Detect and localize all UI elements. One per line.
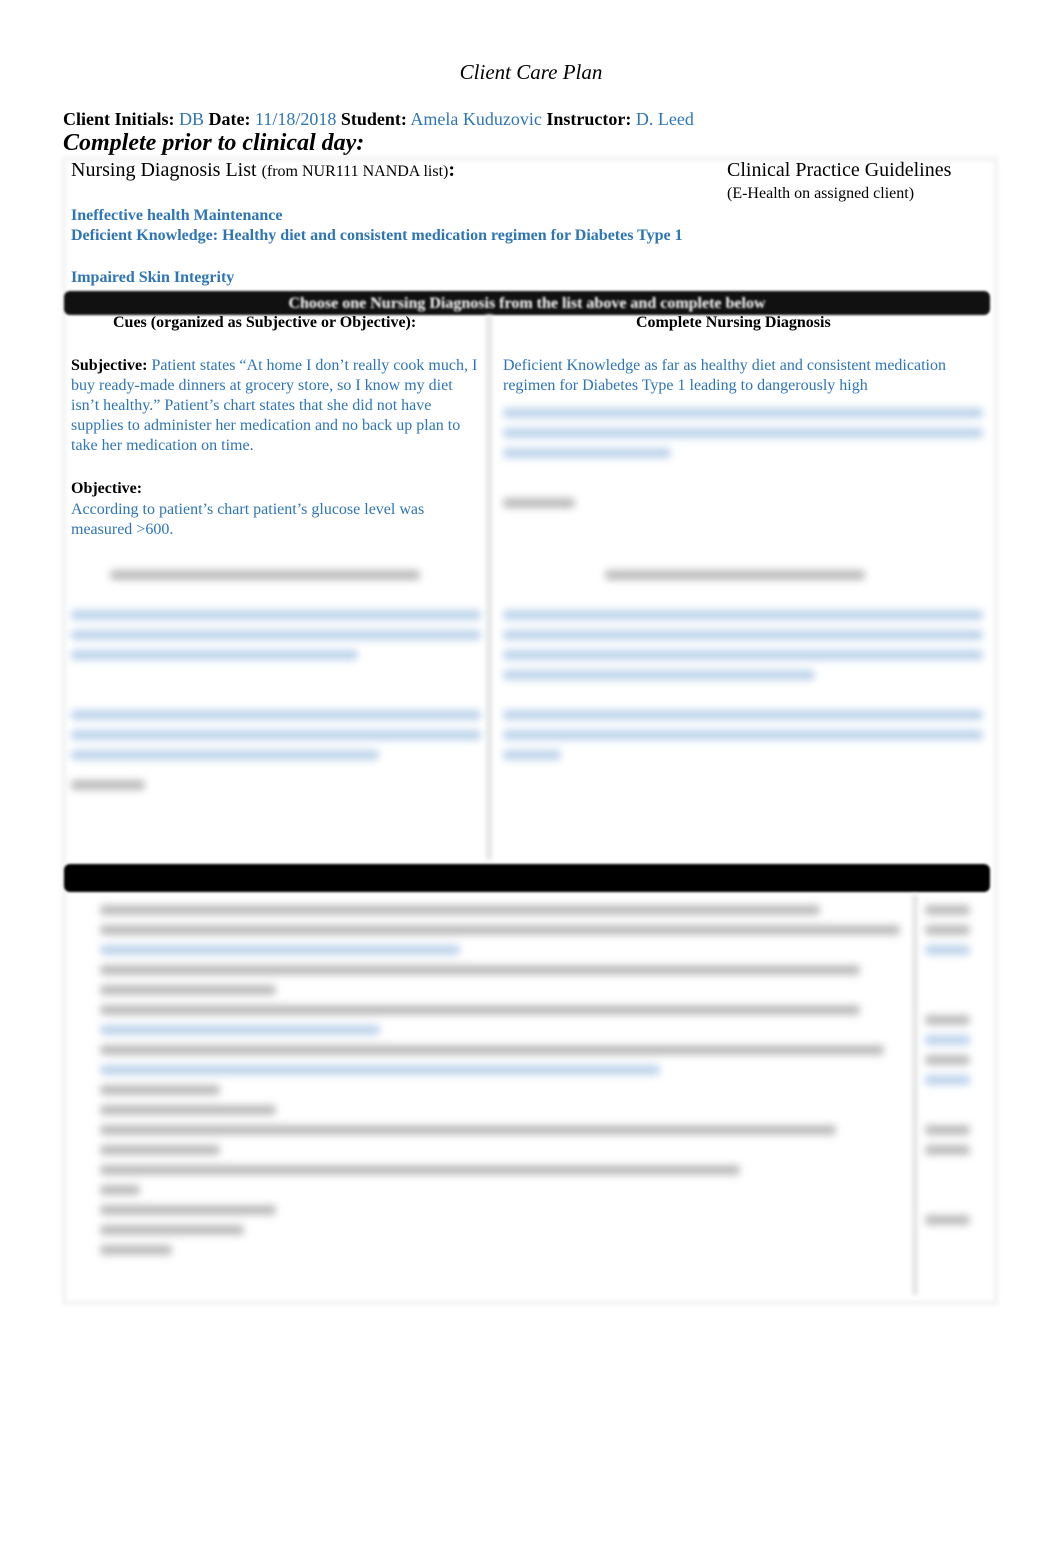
divider — [486, 315, 492, 860]
subjective: Subjective: Patient states “At home I do… — [71, 356, 481, 456]
diagnosis-list-heading: Nursing Diagnosis List (from NUR111 NAND… — [71, 159, 455, 182]
objective-text: According to patient’s chart patient’s g… — [71, 501, 425, 538]
guidelines-sub: (E-Health on assigned client) — [727, 185, 915, 202]
choose-text: Choose one Nursing Diagnosis from the li… — [288, 295, 766, 312]
complete-dx-header: Complete Nursing Diagnosis — [636, 314, 831, 331]
prior-heading: Complete prior to clinical day: — [63, 130, 365, 156]
diagnosis-item: Deficient Knowledge: Healthy diet and co… — [71, 227, 683, 244]
client-header: Client Initials: DB Date: 11/18/2018 Stu… — [63, 109, 694, 130]
instructor: D. Leed — [635, 109, 694, 129]
diagnosis-item: Ineffective health Maintenance — [71, 207, 283, 224]
blurred-content — [71, 600, 481, 800]
subjective-label: Subjective: — [71, 357, 148, 374]
label: Nursing Diagnosis List — [71, 159, 257, 181]
guidelines-heading: Clinical Practice Guidelines — [727, 159, 952, 181]
divider — [912, 895, 918, 1295]
diagnosis-item: Impaired Skin Integrity — [71, 269, 235, 286]
student: Amela Kuduzovic — [410, 109, 542, 129]
objective-label: Objective: — [71, 480, 143, 497]
sub: (from NUR111 NANDA list) — [261, 163, 449, 180]
care-plan-page: Client Care Plan Client Initials: DB Dat… — [0, 0, 1062, 1556]
blurred-content — [925, 895, 970, 1235]
complete-dx-text: Deficient Knowledge as far as healthy di… — [503, 357, 946, 394]
interventions-bar — [64, 864, 990, 892]
blurred-content — [100, 895, 900, 1265]
student-label: Student: — [340, 109, 407, 129]
page-title: Client Care Plan — [459, 60, 603, 84]
date-label: Date: — [208, 109, 251, 129]
instructor-label: Instructor: — [546, 109, 632, 129]
initials: DB — [179, 109, 205, 129]
blurred-content — [503, 600, 983, 770]
initials-label: Client Initials: — [63, 109, 175, 129]
choose-bar: Choose one Nursing Diagnosis from the li… — [64, 291, 990, 315]
cues-header: Cues (organized as Subjective or Objecti… — [113, 314, 417, 331]
colon: : — [448, 159, 456, 181]
blurred-content — [110, 560, 420, 590]
blurred-content — [503, 398, 983, 518]
date: 11/18/2018 — [255, 109, 337, 129]
blurred-content — [605, 560, 865, 590]
